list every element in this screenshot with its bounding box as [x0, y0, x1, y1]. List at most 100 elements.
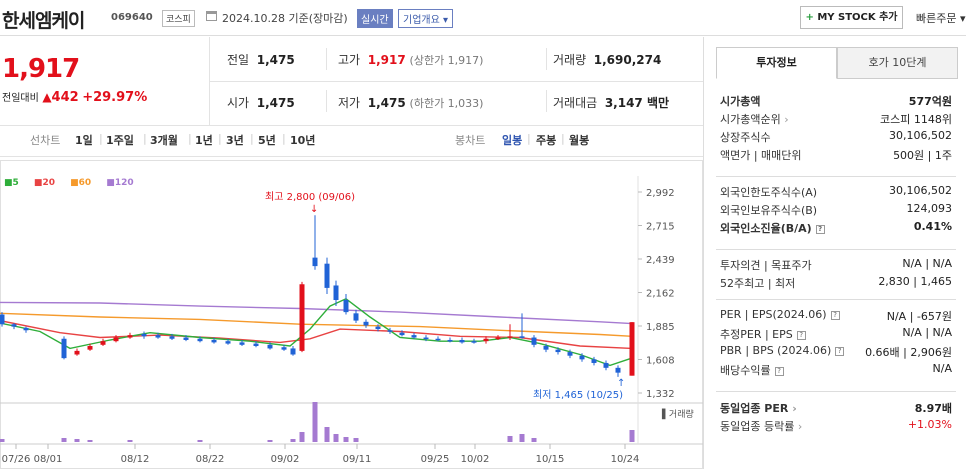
info-row-label: 동일업종 등락률 ›	[720, 420, 803, 433]
volume-bar	[61, 438, 67, 442]
chevron-right-icon[interactable]: ›	[794, 420, 802, 433]
volume-bar	[333, 434, 339, 442]
calendar-icon	[206, 11, 217, 21]
volume: 거래량 1,690,274	[553, 51, 661, 68]
info-row: 외국인소진율(B/A)? 0.41%	[720, 220, 952, 236]
candle-body	[155, 335, 161, 338]
info-row-label: PER | EPS(2024.06)?	[720, 308, 840, 321]
info-row-label: PBR | BPS (2024.06)?	[720, 344, 845, 357]
info-row-label: 시가총액	[720, 95, 761, 108]
candle-body	[507, 336, 513, 338]
tab-monthly[interactable]: 월봉	[569, 132, 589, 148]
tab-10y[interactable]: 10년	[290, 132, 315, 148]
candle-body	[555, 349, 561, 353]
y-tick-label: 2,715	[646, 222, 675, 233]
info-row-label: 투자의견 | 목표주가	[720, 259, 812, 272]
add-mystock-label: MY STOCK 추가	[817, 12, 898, 23]
candle-body	[127, 335, 133, 338]
tab-3m[interactable]: 3개월	[150, 132, 178, 148]
candle-body	[423, 337, 429, 340]
change-row: 전일대비 ▲442 +29.97%	[2, 89, 147, 105]
x-tick-label: 10/15	[536, 454, 565, 465]
candle-body	[0, 314, 5, 325]
info-row-value: N/A	[932, 362, 952, 375]
help-icon[interactable]: ?	[835, 346, 845, 356]
quote-date: 2024.10.28 기준(장마감)	[222, 12, 348, 25]
volume-label: 거래량	[553, 53, 587, 67]
stock-name[interactable]: 한세엠케이	[2, 6, 85, 33]
x-tick-label: 10/02	[461, 454, 490, 465]
tab-daily[interactable]: 일봉	[502, 132, 522, 148]
tab-weekly[interactable]: 주봉	[536, 132, 556, 148]
change-amount: 442	[51, 90, 79, 105]
divider	[209, 81, 703, 82]
candle-body	[87, 346, 93, 350]
candle-body	[211, 339, 217, 343]
info-row-value: 30,106,502	[889, 129, 952, 142]
candle-body	[225, 341, 231, 344]
volume-bar	[74, 439, 80, 442]
y-tick-label: 2,992	[646, 188, 675, 199]
quick-order-dropdown[interactable]: 빠른주문 ▾	[916, 10, 966, 26]
quick-order-label: 빠른주문	[916, 12, 957, 25]
investment-info-panel: 투자정보 호가 10단계 시가총액 577억원 시가총액순위 › 코스피 1148위 상…	[703, 37, 966, 469]
tab-3y[interactable]: 3년	[226, 132, 244, 148]
help-icon[interactable]: ?	[796, 330, 806, 340]
upper-limit-up-arrow-icon: ▲	[42, 90, 52, 104]
candle-chart-label: 봉차트	[455, 134, 486, 147]
tab-5y[interactable]: 5년	[258, 132, 276, 148]
add-mystock-button[interactable]: + MY STOCK 추가	[800, 6, 903, 29]
info-row: 52주최고 | 최저 2,830 | 1,465	[720, 275, 952, 291]
tab-divider: |	[188, 132, 192, 145]
info-row: PER | EPS(2024.06)? N/A | -657원	[720, 308, 952, 324]
chevron-down-icon: ▾	[443, 15, 449, 26]
high-annotation: 최고 2,800 (09/06)	[265, 191, 355, 203]
amount-label: 거래대금	[553, 96, 598, 110]
price-chart[interactable]: 2,992 2,715 2,439 2,162 1,885 1,608 1,332 07/26…	[0, 160, 703, 469]
company-overview-dropdown[interactable]: 기업개요 ▾	[398, 9, 454, 28]
ma60-line	[0, 312, 633, 337]
tab-1d[interactable]: 1일	[75, 132, 93, 148]
info-row-value: 0.66배 | 2,906원	[865, 346, 952, 359]
info-row-label: 외국인소진율(B/A)?	[720, 220, 825, 236]
help-icon[interactable]: ?	[830, 310, 840, 320]
candle-body	[531, 337, 537, 345]
trade-amount: 거래대금 3,147 백만	[553, 94, 669, 111]
candle-body	[471, 341, 477, 343]
tab-1w[interactable]: 1주일	[106, 132, 134, 148]
realtime-button[interactable]: 실시간	[357, 9, 393, 28]
chevron-right-icon[interactable]: ›	[788, 402, 797, 415]
y-tick-label: 1,885	[646, 322, 675, 333]
low-price: 저가 1,475 (하한가 1,033)	[338, 94, 483, 111]
info-row-value: 코스피 1148위	[880, 113, 952, 126]
tab-investment-info[interactable]: 투자정보	[716, 47, 837, 79]
candle-body	[324, 263, 330, 288]
chevron-right-icon[interactable]: ›	[781, 113, 788, 126]
candle-body	[113, 337, 119, 342]
info-row-label: 외국인보유주식수(B)	[720, 204, 818, 217]
candle-body	[567, 352, 573, 356]
info-row-value: 577억원	[908, 95, 952, 108]
help-icon[interactable]: ?	[815, 224, 825, 234]
candle-body	[519, 336, 525, 338]
current-price: 1,917	[2, 54, 80, 84]
up-arrow-icon: ↑	[617, 378, 625, 389]
info-row: 상장주식수 30,106,502	[720, 129, 952, 145]
low-annotation: 최저 1,465 (10/25)	[533, 389, 623, 401]
candle-body	[74, 350, 80, 355]
volume-value: 1,690,274	[593, 53, 662, 67]
volume-bar	[324, 427, 330, 442]
stock-page: 한세엠케이 069640 코스피 2024.10.28 기준(장마감) 실시간 …	[0, 0, 966, 469]
tab-1y[interactable]: 1년	[195, 132, 213, 148]
tab-orderbook-10[interactable]: 호가 10단계	[837, 47, 958, 79]
info-row-label: 배당수익률?	[720, 362, 784, 378]
candle-body	[197, 338, 203, 342]
volume-bar	[519, 434, 525, 442]
help-icon[interactable]: ?	[774, 366, 784, 376]
candle-body	[591, 359, 597, 363]
candle-body	[435, 338, 441, 341]
x-tick-label: 08/12	[121, 454, 150, 465]
candle-body	[343, 300, 349, 313]
candle-body	[399, 332, 405, 336]
candle-body	[290, 348, 296, 355]
